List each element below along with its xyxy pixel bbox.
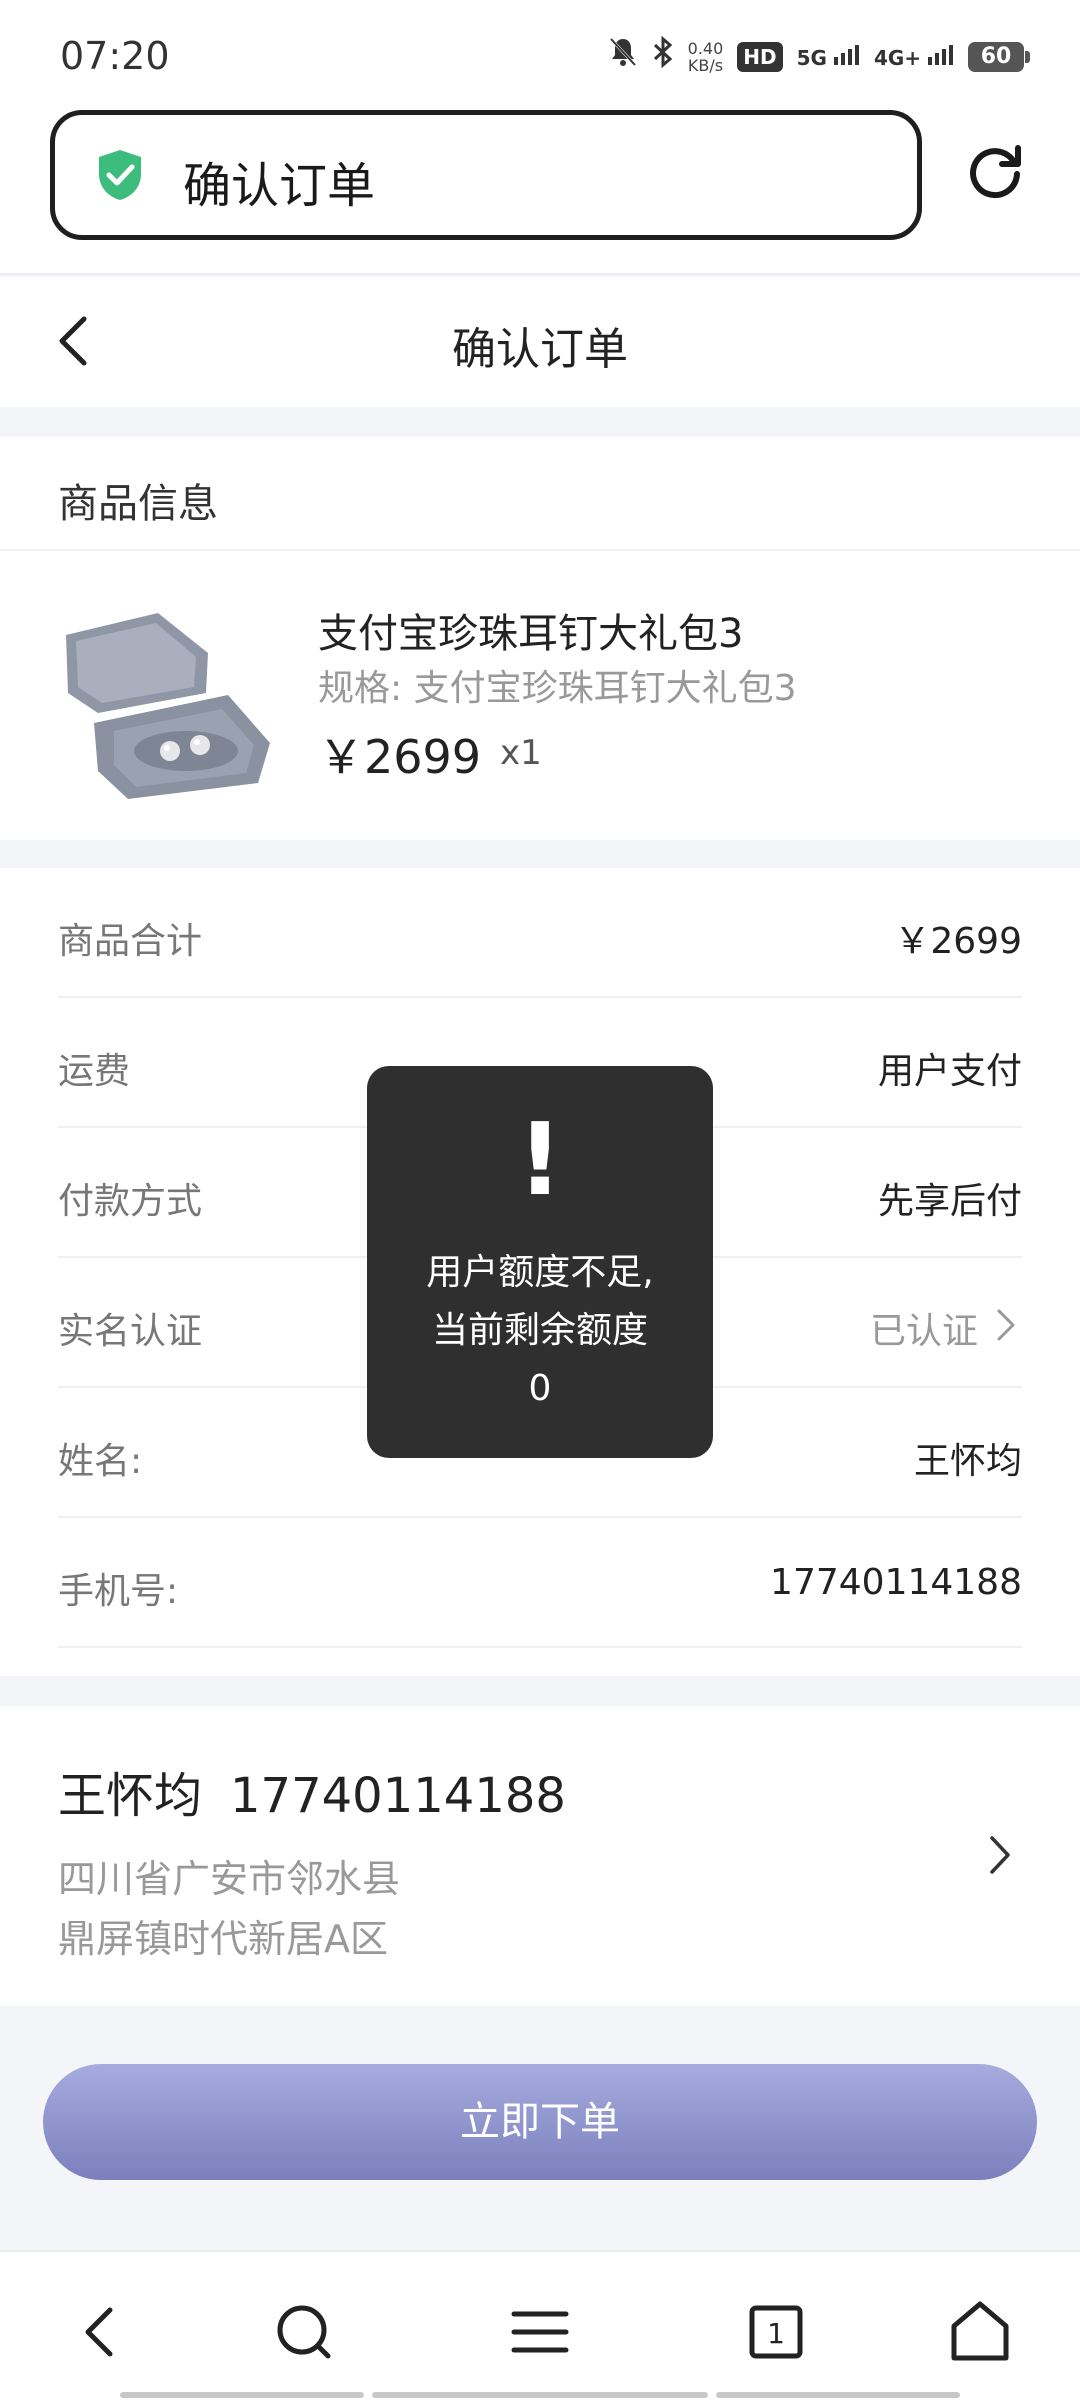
detail-value: ￥2699 [894, 921, 1022, 962]
page-header: 确认订单 [0, 277, 1080, 407]
tabs-icon[interactable]: 1 [736, 2292, 816, 2372]
address-text: 确认订单 [183, 158, 376, 214]
signal-bars-icon [928, 45, 953, 65]
status-bar: 07:20 0.40 KB/s HD 5G 4G+ 60 [0, 0, 1080, 100]
address-line2: 鼎屏镇时代新居A区 [58, 1917, 388, 1961]
toast-line2: 当前剩余额度 [431, 1310, 648, 1351]
search-icon[interactable] [264, 2292, 344, 2372]
back-icon[interactable] [60, 2292, 140, 2372]
exclamation-icon: ! [517, 1101, 563, 1218]
signal-5g: 5G [797, 43, 860, 70]
product-image [58, 583, 276, 803]
spec-value: 支付宝珍珠耳钉大礼包3 [413, 668, 797, 709]
gesture-bar [120, 2392, 364, 2398]
home-icon[interactable] [940, 2292, 1020, 2372]
signal-4g: 4G+ [874, 43, 954, 70]
address-bar[interactable]: 确认订单 [50, 110, 922, 240]
toast-line3: 0 [528, 1368, 552, 1409]
verification-status: 已认证 [869, 1311, 978, 1352]
speed-unit: KB/s [687, 55, 724, 75]
battery-icon: 60 [968, 41, 1030, 72]
detail-label: 运费 [58, 1051, 131, 1092]
speed-value: 0.40 [687, 38, 724, 58]
address-phone: 17740114188 [230, 1768, 566, 1824]
detail-value: 17740114188 [770, 1562, 1022, 1603]
detail-row-subtotal: 商品合计 ￥2699 [58, 868, 1022, 998]
mute-icon [608, 36, 638, 77]
shipping-address[interactable]: 王怀均 17740114188 四川省广安市邻水县 鼎屏镇时代新居A区 [0, 1706, 1080, 2006]
detail-label: 实名认证 [58, 1311, 203, 1352]
address-contact: 王怀均 17740114188 [58, 1756, 566, 1826]
browser-toolbar: 确认订单 [0, 100, 1080, 275]
detail-label: 手机号: [58, 1571, 179, 1612]
reload-icon[interactable] [966, 142, 1024, 200]
product-quantity: x1 [500, 733, 542, 773]
detail-label: 姓名: [58, 1441, 143, 1482]
tab-count: 1 [767, 2317, 785, 2350]
divider [0, 549, 1080, 551]
menu-icon[interactable] [500, 2292, 580, 2372]
hd-badge: HD [737, 41, 783, 72]
error-toast: ! 用户额度不足, 当前剩余额度 0 [367, 1066, 713, 1458]
net2-label: 4G+ [873, 46, 922, 70]
gesture-bar [716, 2392, 960, 2398]
shield-check-icon [99, 150, 141, 200]
place-order-button[interactable]: 立即下单 [43, 2064, 1037, 2180]
page-title: 确认订单 [452, 324, 628, 375]
detail-label: 商品合计 [58, 921, 203, 962]
detail-row-phone: 手机号: 17740114188 [58, 1518, 1022, 1648]
product-name: 支付宝珍珠耳钉大礼包3 [318, 611, 744, 657]
detail-value: 王怀均 [913, 1441, 1022, 1482]
gesture-bar [372, 2392, 708, 2398]
status-time: 07:20 [60, 34, 170, 78]
address-line1: 四川省广安市邻水县 [58, 1857, 401, 1901]
status-icons: 0.40 KB/s HD 5G 4G+ 60 [608, 35, 1030, 77]
bluetooth-icon [652, 35, 674, 77]
network-speed: 0.40 KB/s [688, 40, 724, 74]
chevron-right-icon [997, 1309, 1015, 1341]
signal-bars-icon [833, 45, 859, 65]
net1-label: 5G [796, 46, 827, 70]
detail-label: 付款方式 [58, 1181, 203, 1222]
detail-value: 先享后付 [877, 1181, 1022, 1222]
toast-line1: 用户额度不足, [426, 1252, 654, 1293]
bottom-navigation: 1 [0, 2250, 1080, 2400]
product-section: 商品信息 支付宝珍珠耳钉大礼包3 规格: 支付宝珍珠耳钉大礼包3 ￥2699 x… [0, 437, 1080, 840]
product-spec: 规格: 支付宝珍珠耳钉大礼包3 [318, 659, 797, 711]
address-name: 王怀均 [58, 1768, 203, 1824]
spec-label: 规格: [318, 668, 403, 709]
section-title: 商品信息 [58, 481, 218, 527]
toast-message: 用户额度不足, 当前剩余额度 0 [387, 1244, 693, 1418]
product-price: ￥2699 [318, 730, 482, 784]
detail-value: 用户支付 [877, 1051, 1022, 1092]
chevron-right-icon [990, 1836, 1010, 1874]
